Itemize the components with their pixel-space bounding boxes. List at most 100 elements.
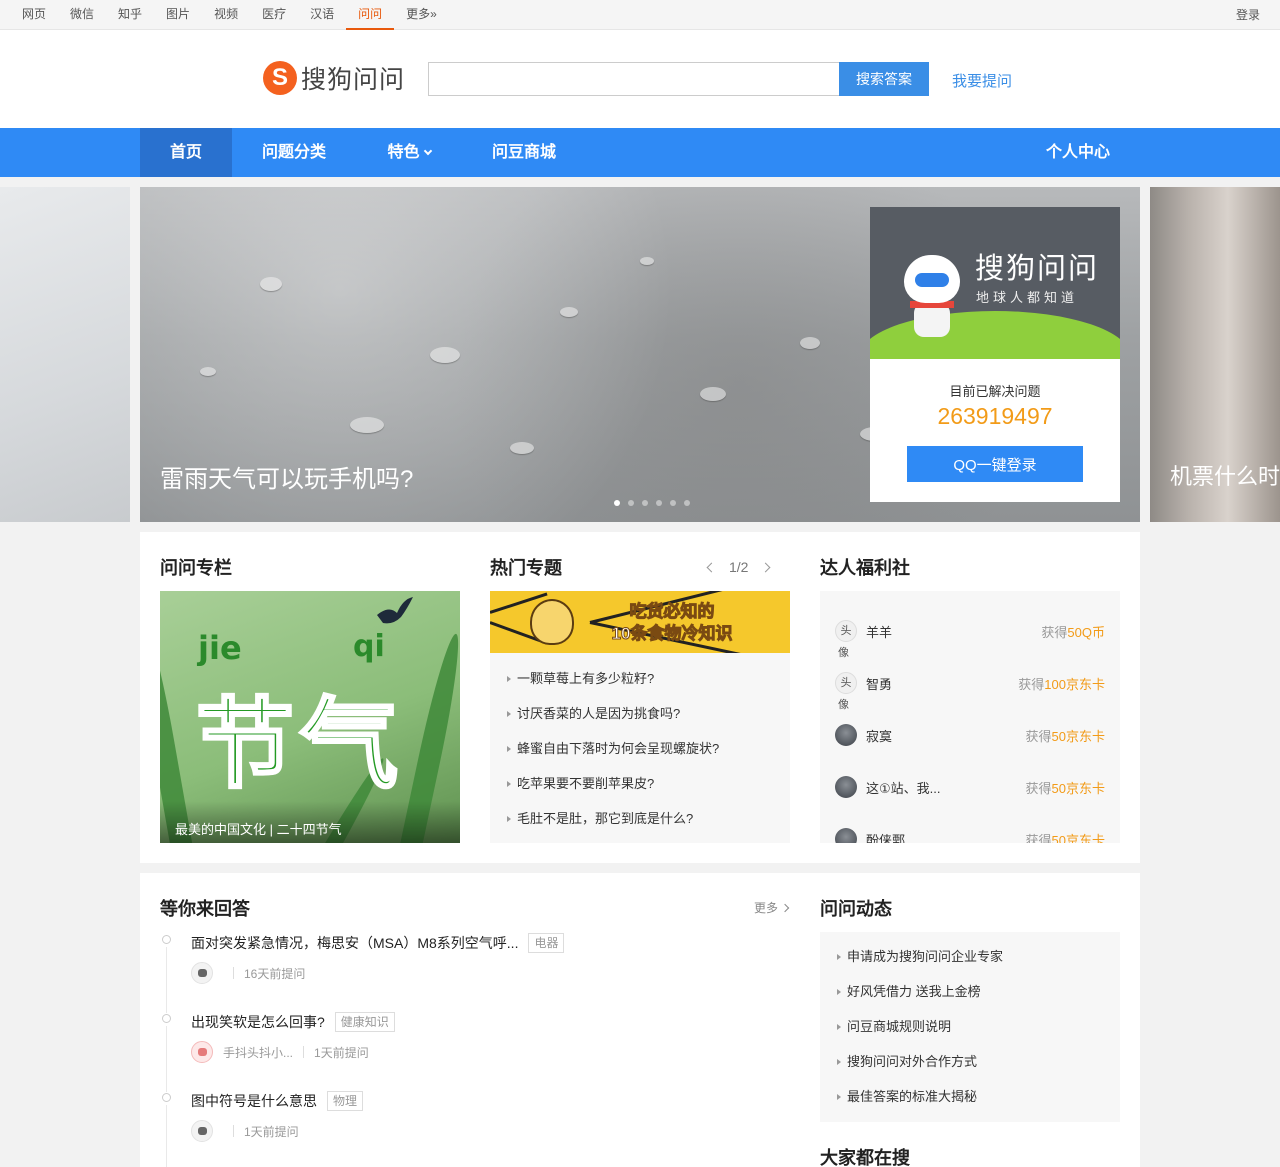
topics-title: 热门专题	[490, 558, 562, 578]
waiting-title: 等你来回答	[160, 899, 250, 919]
prize-prefix: 获得	[1025, 729, 1052, 744]
question-user[interactable]: 手抖头抖小...	[223, 1044, 293, 1061]
timeline-line	[166, 1026, 167, 1092]
banner-caption[interactable]: 雷雨天气可以玩手机吗?	[160, 459, 413, 494]
carousel-dot[interactable]	[670, 500, 676, 506]
product-link-medical[interactable]: 医疗	[250, 0, 298, 30]
question-tag[interactable]: 物理	[327, 1091, 364, 1111]
carousel-dot[interactable]	[684, 500, 690, 506]
welfare-row[interactable]: 寂寞 获得50京东卡	[835, 724, 1105, 764]
column-title: 问问专栏	[160, 558, 232, 578]
meta-divider	[233, 967, 234, 979]
welfare-row[interactable]: 头像 智勇 获得100京东卡	[835, 672, 1105, 712]
question-tag[interactable]: 健康知识	[334, 1012, 395, 1032]
prize-value: 50京东卡	[1051, 781, 1105, 796]
banner-next-slide[interactable]: 机票什么时	[1150, 187, 1280, 522]
nav-user-center[interactable]: 个人中心	[1030, 128, 1126, 177]
dynamics-list: 申请成为搜狗问问企业专家 好风凭借力 送我上金榜 问豆商城规则说明 搜狗问问对外…	[820, 939, 1120, 1114]
topic-item[interactable]: 讨厌香菜的人是因为挑食吗?	[490, 696, 790, 731]
logo[interactable]: S 搜狗问问	[263, 60, 405, 96]
nav-features[interactable]: 特色	[356, 128, 462, 177]
timeline-dot	[162, 1014, 171, 1023]
nav-home[interactable]: 首页	[140, 128, 232, 177]
questions-panel: 等你来回答 更多 面对突发紧急情况，梅思安（MSA）M8系列空气呼... 电器 1…	[140, 873, 1140, 1167]
product-link-images[interactable]: 图片	[154, 0, 202, 30]
popular-title: 大家都在搜	[820, 1148, 910, 1167]
dynamics-item[interactable]: 搜狗问问对外合作方式	[820, 1044, 1120, 1079]
raindrop	[430, 347, 460, 363]
product-link-more[interactable]: 更多»	[394, 0, 449, 30]
login-card: 搜狗问问 地球人都知道 目前已解决问题 263919497 QQ一键登录	[870, 207, 1120, 502]
question-item: 出现笑软是怎么回事? 健康知识 手抖头抖小... 1天前提问	[160, 1012, 780, 1092]
question-item: 图中符号是什么意思 物理 1天前提问	[160, 1091, 780, 1167]
prev-page-icon[interactable]	[706, 562, 717, 572]
qq-login-button[interactable]: QQ一键登录	[907, 446, 1083, 482]
question-title[interactable]: 图中符号是什么意思	[191, 1093, 317, 1109]
welfare-user-name: 羊羊	[866, 625, 893, 640]
more-link[interactable]: 更多	[754, 899, 790, 916]
dynamics-item[interactable]: 问豆商城规则说明	[820, 1009, 1120, 1044]
dynamics-item[interactable]: 好风凭借力 送我上金榜	[820, 974, 1120, 1009]
next-page-icon[interactable]	[761, 562, 771, 572]
mascot-banner: 搜狗问问 地球人都知道	[870, 207, 1120, 359]
avatar[interactable]	[191, 1120, 213, 1142]
product-link-weixin[interactable]: 微信	[58, 0, 106, 30]
login-link[interactable]: 登录	[1236, 0, 1260, 30]
avatar[interactable]	[191, 962, 213, 984]
swallow-icon	[377, 597, 413, 624]
welfare-row[interactable]: 头像 羊羊 获得50Q币	[835, 620, 1105, 660]
nav-mall[interactable]: 问豆商城	[462, 128, 586, 177]
card-subtitle: 地球人都知道	[976, 290, 1079, 305]
nav-mall-label: 问豆商城	[491, 144, 556, 161]
product-link-hanyu[interactable]: 汉语	[298, 0, 346, 30]
topic-item[interactable]: 一颗草莓上有多少粒籽?	[490, 661, 790, 696]
avatar[interactable]	[191, 1041, 213, 1063]
solved-label: 目前已解决问题	[949, 384, 1041, 399]
column-caption[interactable]: 最美的中国文化 | 二十四节气	[175, 819, 342, 838]
welfare-user-name: 这①站、我...	[866, 781, 941, 796]
topic-item[interactable]: 吃苹果要不要削苹果皮?	[490, 766, 790, 801]
question-meta: 1天前提问	[191, 1120, 299, 1142]
question-title[interactable]: 出现笑软是怎么回事?	[191, 1014, 325, 1030]
search-input[interactable]	[428, 62, 840, 96]
carousel-dot[interactable]	[656, 500, 662, 506]
question-title[interactable]: 面对突发紧急情况，梅思安（MSA）M8系列空气呼...	[191, 935, 518, 951]
timeline-dot	[162, 935, 171, 944]
topic-banner-line2: 10条食物冷知识	[611, 624, 733, 644]
raindrop	[200, 367, 216, 376]
question-meta: 16天前提问	[191, 962, 305, 984]
banner-prev-slide[interactable]	[0, 187, 130, 522]
column-image[interactable]: jie qi 节气 最美的中国文化 | 二十四节气	[160, 591, 460, 843]
question-title-row: 面对突发紧急情况，梅思安（MSA）M8系列空气呼... 电器	[191, 933, 565, 953]
product-link-zhihu[interactable]: 知乎	[106, 0, 154, 30]
welfare-row[interactable]: 这①站、我... 获得50京东卡	[835, 776, 1105, 816]
product-link-web[interactable]: 网页	[10, 0, 58, 30]
raindrop	[800, 337, 820, 349]
dynamics-item[interactable]: 最佳答案的标准大揭秘	[820, 1079, 1120, 1114]
search-button[interactable]: 搜索答案	[839, 62, 929, 96]
welfare-row[interactable]: 酚俫鄄 获得50京东卡	[835, 828, 1105, 843]
product-links: 网页 微信 知乎 图片 视频 医疗 汉语 问问 更多»	[10, 0, 449, 30]
question-time: 1天前提问	[314, 1045, 369, 1060]
carousel-dot[interactable]	[614, 500, 620, 506]
solved-count: 263919497	[937, 403, 1053, 429]
top-bar: 网页 微信 知乎 图片 视频 医疗 汉语 问问 更多» 登录	[0, 0, 1280, 30]
topic-item[interactable]: 蜂蜜自由下落时为何会呈现螺旋状?	[490, 731, 790, 766]
nav-categories[interactable]: 问题分类	[232, 128, 356, 177]
header: S 搜狗问问 搜索答案 我要提问	[0, 30, 1280, 128]
welfare-user-name: 智勇	[866, 677, 893, 692]
cat-mascot-icon	[530, 599, 574, 645]
meta-divider	[303, 1046, 305, 1058]
product-link-video[interactable]: 视频	[202, 0, 250, 30]
carousel-dot[interactable]	[628, 500, 634, 506]
question-tag[interactable]: 电器	[528, 933, 565, 953]
topic-item[interactable]: 毛肚不是肚，那它到底是什么?	[490, 801, 790, 836]
carousel-dot[interactable]	[642, 500, 648, 506]
product-link-wenwen[interactable]: 问问	[346, 0, 395, 30]
raindrop	[510, 442, 534, 454]
ask-question-link[interactable]: 我要提问	[952, 70, 1012, 91]
dynamics-item[interactable]: 申请成为搜狗问问企业专家	[820, 939, 1120, 974]
question-title-row: 出现笑软是怎么回事? 健康知识	[191, 1012, 395, 1032]
topic-banner[interactable]: 吃货必知的 10条食物冷知识	[490, 591, 790, 653]
more-label: 更多	[754, 901, 779, 915]
